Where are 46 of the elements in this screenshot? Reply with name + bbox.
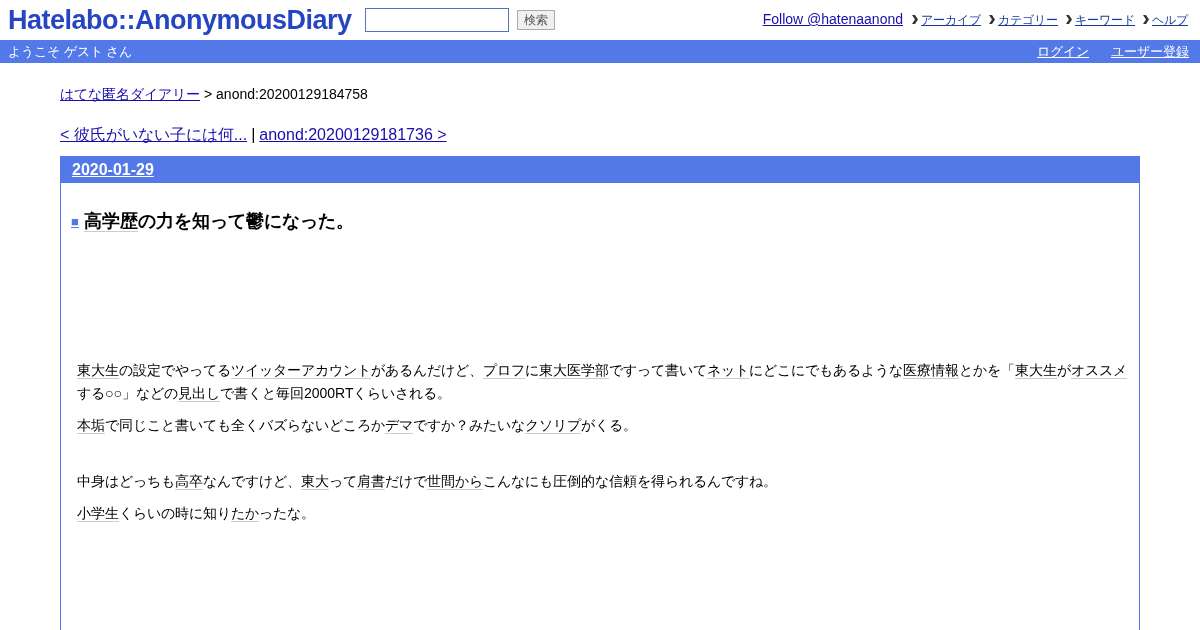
body-paragraph: 小学生くらいの時に知り たかったな。 [77, 504, 316, 524]
nav-link[interactable]: キーワード [1075, 10, 1135, 29]
body-paragraph: 東大生の設定でやってる ツイッターアカウントがあるんだけど、プロフ に東大医学部ですって書いて ネット にどこにでもあるような医療情報 とかを「東大生がオススメ する○○」などの見出し で書くと毎回2000RTくらいされる。 [77, 361, 1128, 404]
entry-marker-link[interactable]: ■ [71, 211, 79, 232]
keyword-link[interactable]: 高学歴 [83, 211, 138, 232]
keyword-link[interactable]: 高卒 [175, 473, 203, 490]
site-logo[interactable]: Hatelabo::AnonymousDiary [8, 4, 352, 36]
keyword-link[interactable]: デマ [385, 417, 413, 434]
keyword-link[interactable]: クソリプ [525, 417, 581, 434]
keyword-link[interactable]: 世間から [427, 473, 483, 490]
chevron-icon [989, 15, 995, 24]
body-paragraph: 中身はどっちも高卒なんですけど、東大 って肩書だけで世間から こんなにも圧倒的な信頼を得られるんですね。 [77, 472, 778, 492]
prev-entry-link[interactable]: < 彼氏がいない子には何... [60, 123, 248, 147]
keyword-link[interactable]: 小学生 [77, 505, 119, 522]
keyword-link[interactable]: ツイッターアカウント [231, 362, 371, 379]
body-paragraph: 本垢で同じこと書いても全くバズらないどころかデマですか？みたいなクソリプがくる。 [77, 416, 638, 436]
account-link[interactable]: ログイン [1037, 41, 1089, 62]
keyword-link[interactable]: 東大 [301, 473, 329, 490]
keyword-link[interactable]: たか [231, 505, 259, 522]
keyword-link[interactable]: 東大生 [77, 362, 119, 379]
date-link[interactable]: 2020-01-29 [72, 158, 154, 182]
chevron-icon [1066, 15, 1072, 24]
pager-separator: | [251, 125, 256, 145]
keyword-link[interactable]: 見出し [177, 385, 220, 402]
keyword-link[interactable]: 東大生 [1015, 362, 1057, 379]
nav-link[interactable]: カテゴリー [998, 10, 1058, 29]
breadcrumb-current: > anond:20200129184758 [204, 86, 368, 102]
entry-title: 高学歴の力を知って鬱になった。 [83, 210, 354, 234]
search-button[interactable]: 検索 [516, 10, 555, 30]
nav-link[interactable]: アーカイブ [921, 10, 981, 29]
keyword-link[interactable]: 医療情報 [903, 362, 959, 379]
keyword-link[interactable]: オススメ [1071, 362, 1127, 379]
chevron-icon [912, 15, 918, 24]
chevron-icon [1143, 15, 1149, 24]
keyword-link[interactable]: プロフ [483, 362, 525, 379]
next-entry-link[interactable]: anond:20200129181736 > [259, 123, 447, 147]
keyword-link[interactable]: 本垢 [77, 417, 105, 434]
search-field[interactable] [364, 8, 509, 32]
keyword-link[interactable]: 肩書 [357, 473, 385, 490]
keyword-link[interactable]: ネット [707, 362, 749, 379]
follow-link[interactable]: Follow @hatenaanond [762, 9, 903, 30]
account-link[interactable]: ユーザー登録 [1111, 41, 1189, 62]
breadcrumb-link[interactable]: はてな匿名ダイアリー [60, 86, 200, 102]
nav-link[interactable]: ヘルプ [1152, 10, 1188, 29]
keyword-link[interactable]: 東大医学部 [539, 362, 609, 379]
welcome-text: ようこそ ゲスト さん [8, 42, 133, 61]
